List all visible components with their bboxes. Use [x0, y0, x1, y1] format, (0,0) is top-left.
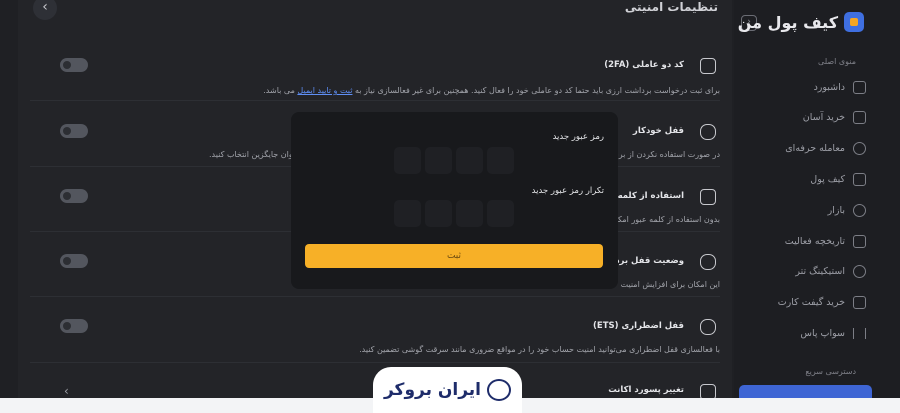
- card-desc: این امکان برای افزایش امنیت: [620, 280, 720, 289]
- card-title: قفل اضطراری (ETS): [593, 321, 684, 331]
- grid-icon: [700, 58, 716, 74]
- toggle-emergency-lock[interactable]: [60, 319, 88, 333]
- toggle-2fa[interactable]: [60, 58, 88, 72]
- card-desc: با فعالسازی قفل اضطراری می‌توانید امنیت …: [359, 345, 720, 354]
- confirm-password-digit-1[interactable]: [394, 200, 421, 227]
- card-desc: بدون استفاده از کلمه عبور امکان: [609, 215, 720, 224]
- grid-icon: [853, 80, 866, 94]
- gift-icon: [853, 295, 866, 309]
- brand-name: کیف پول من: [737, 12, 838, 32]
- chevron-left-icon[interactable]: ‹: [64, 384, 69, 398]
- back-button[interactable]: ‹: [33, 0, 57, 20]
- confirm-password-digit-3[interactable]: [456, 200, 483, 227]
- sidebar-item-swap[interactable]: سواپ پاس: [800, 325, 866, 341]
- staking-icon: [853, 264, 866, 278]
- password-icon: [700, 384, 716, 398]
- toggle-auto-lock[interactable]: [60, 124, 88, 138]
- toggle-password[interactable]: [60, 189, 88, 203]
- confirm-password-digit-2[interactable]: [425, 200, 452, 227]
- watermark-text: ایران بروکر: [383, 380, 482, 400]
- chevron-left-icon: ‹: [42, 0, 48, 15]
- toggle-withdraw-lock[interactable]: [60, 254, 88, 268]
- submit-button[interactable]: ثبت: [305, 244, 603, 268]
- chart-icon: [853, 110, 866, 124]
- key-icon: [700, 189, 716, 205]
- card-desc: برای ثبت درخواست برداشت ارزی باید حتما ک…: [263, 86, 720, 95]
- history-icon: [853, 234, 866, 248]
- sidebar-section-title: منوی اصلی: [818, 57, 856, 66]
- new-password-digit-2[interactable]: [425, 147, 452, 174]
- sidebar-item-wallet[interactable]: کیف پول: [810, 171, 866, 187]
- quick-access-title: دسترسی سریع: [805, 367, 856, 376]
- exchange-icon: [853, 141, 866, 155]
- market-icon: [853, 203, 866, 217]
- sidebar-item-market[interactable]: بازار: [828, 202, 866, 218]
- lock-icon: [700, 254, 716, 270]
- confirm-password-digit-4[interactable]: [487, 200, 514, 227]
- new-password-digit-1[interactable]: [394, 147, 421, 174]
- brand: کیف پول من: [738, 10, 864, 34]
- new-password-digit-3[interactable]: [456, 147, 483, 174]
- wallet-icon: [853, 172, 866, 186]
- card-emergency-lock: قفل اضطراری (ETS) با فعالسازی قفل اضطرار…: [30, 306, 720, 363]
- lock-icon: [700, 124, 716, 140]
- sidebar-item-pro-trade[interactable]: معامله حرفه‌ای: [785, 140, 866, 156]
- new-password-label: رمز عبور جدید: [552, 132, 604, 142]
- card-2fa: کد دو عاملی (2FA) برای ثبت درخواست برداش…: [30, 44, 720, 101]
- card-title: کد دو عاملی (2FA): [604, 60, 684, 70]
- new-password-digit-4[interactable]: [487, 147, 514, 174]
- sidebar-item-history[interactable]: تاریخچه فعالیت: [785, 233, 866, 249]
- wallet-logo-icon: [844, 12, 864, 32]
- lock-icon: [700, 319, 716, 335]
- app-window: کد دو عاملی (2FA) برای ثبت درخواست برداش…: [0, 0, 900, 398]
- trend-icon: [487, 379, 512, 401]
- watermark: ایران بروکر: [373, 367, 522, 413]
- verify-email-link[interactable]: ثبت و تایید ایمیل: [297, 86, 352, 95]
- sidebar-item-staking[interactable]: استیکینگ تتر: [795, 263, 866, 279]
- page-title: تنظیمات امنیتی: [624, 0, 718, 14]
- sidebar-item-easy-buy[interactable]: خرید آسان: [803, 109, 866, 125]
- sidebar-item-dashboard[interactable]: داشبورد: [814, 79, 866, 95]
- top-bar: ‹ تنظیمات امنیتی › کیف پول من: [0, 0, 900, 36]
- card-desc: در صورت استفاده نکردن از برنامه: [605, 150, 721, 159]
- sidebar-active-item[interactable]: [739, 385, 872, 398]
- change-password-modal: رمز عبور جدید تکرار رمز عبور جدید ثبت: [291, 112, 618, 289]
- card-title: تغییر پسورد اکانت: [608, 385, 684, 395]
- sidebar-item-gift-card[interactable]: خرید گیفت کارت: [778, 294, 866, 310]
- card-title: قفل خودکار: [632, 126, 684, 136]
- sidebar: منوی اصلی داشبورد خرید آسان معامله حرفه‌…: [734, 0, 900, 398]
- swap-icon: [853, 327, 866, 339]
- confirm-password-label: تکرار رمز عبور جدید: [531, 186, 604, 196]
